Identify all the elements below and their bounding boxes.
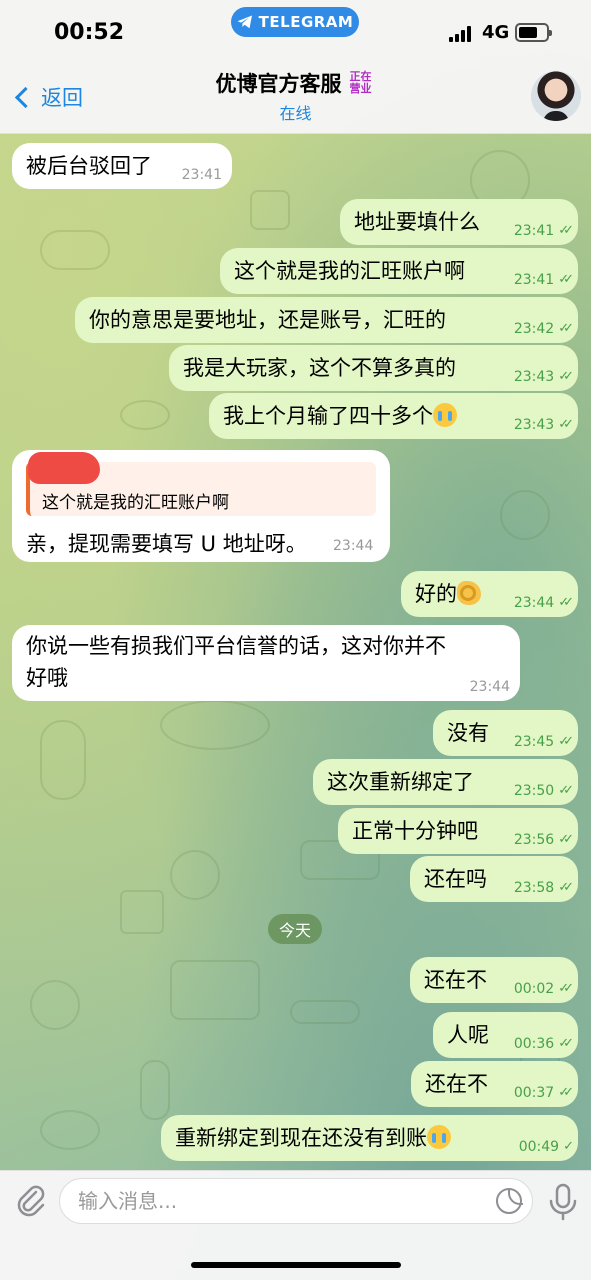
message-bubble[interactable]: 还在不 00:02 ✓✓ <box>410 957 578 1003</box>
message-time: 00:02 <box>513 981 555 997</box>
read-check-icon: ✓✓ <box>558 369 574 384</box>
message-time: 00:36 <box>513 1036 555 1052</box>
read-check-icon: ✓✓ <box>558 734 574 749</box>
message-time: 00:49 <box>518 1139 560 1155</box>
message-bubble[interactable]: 人呢 00:36 ✓✓ <box>433 1012 578 1058</box>
message-time: 23:50 <box>513 783 555 799</box>
message-bubble[interactable]: 这个就是我的汇旺账户啊 23:41 ✓✓ <box>220 248 578 294</box>
read-check-icon: ✓✓ <box>558 321 574 336</box>
read-check-icon: ✓✓ <box>558 595 574 610</box>
message-time: 00:37 <box>513 1085 555 1101</box>
chat-title-area[interactable]: 优博官方客服 正在营业 在线 <box>150 68 441 124</box>
message-bubble[interactable]: 这次重新绑定了 23:50 ✓✓ <box>313 759 578 805</box>
date-separator: 今天 <box>268 914 322 944</box>
read-check-icon: ✓ <box>563 1139 574 1154</box>
telegram-icon <box>237 15 252 29</box>
message-time: 23:42 <box>513 321 555 337</box>
message-text: 人呢 <box>447 1023 489 1047</box>
avatar[interactable] <box>531 71 581 121</box>
sticker-icon[interactable] <box>496 1188 523 1214</box>
battery-icon <box>515 23 552 42</box>
message-text: 还在吗 <box>424 867 487 891</box>
home-indicator[interactable] <box>191 1262 401 1268</box>
message-text: 好的 <box>415 582 457 606</box>
message-text: 还在不 <box>425 1072 488 1096</box>
message-text: 我是大玩家，这个不算多真的 <box>183 356 456 380</box>
message-bubble[interactable]: 你说一些有损我们平台信誉的话，这对你并不 好哦 23:44 <box>12 625 520 701</box>
message-time: 23:43 <box>513 417 555 433</box>
message-bubble[interactable]: 还在吗 23:58 ✓✓ <box>410 856 578 902</box>
message-time: 23:44 <box>333 538 374 554</box>
message-time: 23:56 <box>513 832 555 848</box>
message-time: 23:41 <box>181 167 222 183</box>
status-time: 00:52 <box>54 20 125 45</box>
chat-title: 优博官方客服 <box>215 72 342 96</box>
back-label: 返回 <box>41 86 83 110</box>
message-time: 23:58 <box>513 880 555 896</box>
message-bubble[interactable]: 我是大玩家，这个不算多真的 23:43 ✓✓ <box>169 345 578 391</box>
read-check-icon: ✓✓ <box>558 223 574 238</box>
message-text-line2: 好哦 <box>26 666 68 690</box>
message-text: 你的意思是要地址，还是账号，汇旺的 <box>89 308 446 332</box>
message-bubble[interactable]: 地址要填什么 23:41 ✓✓ <box>340 199 578 245</box>
network-type: 4G <box>482 22 510 43</box>
crying-face-icon <box>427 1125 451 1149</box>
message-text: 被后台驳回了 <box>26 154 152 178</box>
message-text: 还在不 <box>424 968 487 992</box>
message-text: 正常十分钟吧 <box>352 819 478 843</box>
read-check-icon: ✓✓ <box>558 832 574 847</box>
mic-icon[interactable] <box>546 1183 580 1221</box>
telegram-pill[interactable]: TELEGRAM <box>231 7 359 37</box>
message-time: 23:41 <box>513 272 555 288</box>
signal-icon <box>449 26 475 42</box>
read-check-icon: ✓✓ <box>558 1085 574 1100</box>
ok-hand-icon <box>457 581 481 605</box>
message-time: 23:41 <box>513 223 555 239</box>
read-check-icon: ✓✓ <box>558 272 574 287</box>
message-text: 这次重新绑定了 <box>327 770 474 794</box>
quoted-text: 这个就是我的汇旺账户啊 <box>42 493 229 513</box>
redacted-name <box>28 452 100 484</box>
message-time: 23:44 <box>513 595 555 611</box>
top-bar: 00:52 TELEGRAM 4G 返回 优博官方客服 正在营业 在线 <box>0 0 591 134</box>
message-bubble[interactable]: 被后台驳回了 23:41 <box>12 143 232 189</box>
message-text: 地址要填什么 <box>354 210 480 234</box>
message-bubble[interactable]: 重新绑定到现在还没有到账 00:49 ✓ <box>161 1115 578 1161</box>
message-bubble[interactable]: 还在不 00:37 ✓✓ <box>411 1061 578 1107</box>
message-time: 23:44 <box>469 679 510 695</box>
message-text: 这个就是我的汇旺账户啊 <box>234 259 465 283</box>
message-text-line1: 你说一些有损我们平台信誉的话，这对你并不 <box>26 634 446 658</box>
back-button[interactable]: 返回 <box>10 80 83 114</box>
message-bubble[interactable]: 我上个月输了四十多个 23:43 ✓✓ <box>209 393 578 439</box>
read-check-icon: ✓✓ <box>558 783 574 798</box>
message-input[interactable] <box>59 1178 533 1224</box>
message-time: 23:45 <box>513 734 555 750</box>
message-text: 重新绑定到现在还没有到账 <box>175 1126 427 1150</box>
message-bubble[interactable]: 没有 23:45 ✓✓ <box>433 710 578 756</box>
read-check-icon: ✓✓ <box>558 981 574 996</box>
telegram-pill-label: TELEGRAM <box>258 13 354 31</box>
message-bubble[interactable]: 正常十分钟吧 23:56 ✓✓ <box>338 808 578 854</box>
message-text: 没有 <box>447 721 489 745</box>
read-check-icon: ✓✓ <box>558 1036 574 1051</box>
message-text: 亲，提现需要填写 U 地址呀。 <box>26 532 307 556</box>
read-check-icon: ✓✓ <box>558 417 574 432</box>
status-tag: 正在营业 <box>349 70 372 95</box>
message-bubble[interactable]: 好的 23:44 ✓✓ <box>401 571 578 617</box>
back-chevron-icon <box>14 86 37 108</box>
read-check-icon: ✓✓ <box>558 880 574 895</box>
message-time: 23:43 <box>513 369 555 385</box>
message-bubble[interactable]: 你的意思是要地址，还是账号，汇旺的 23:42 ✓✓ <box>75 297 578 343</box>
crying-face-icon <box>433 403 457 427</box>
message-text: 我上个月输了四十多个 <box>223 404 433 428</box>
chat-status: 在线 <box>279 104 312 123</box>
attach-icon[interactable] <box>14 1183 48 1217</box>
